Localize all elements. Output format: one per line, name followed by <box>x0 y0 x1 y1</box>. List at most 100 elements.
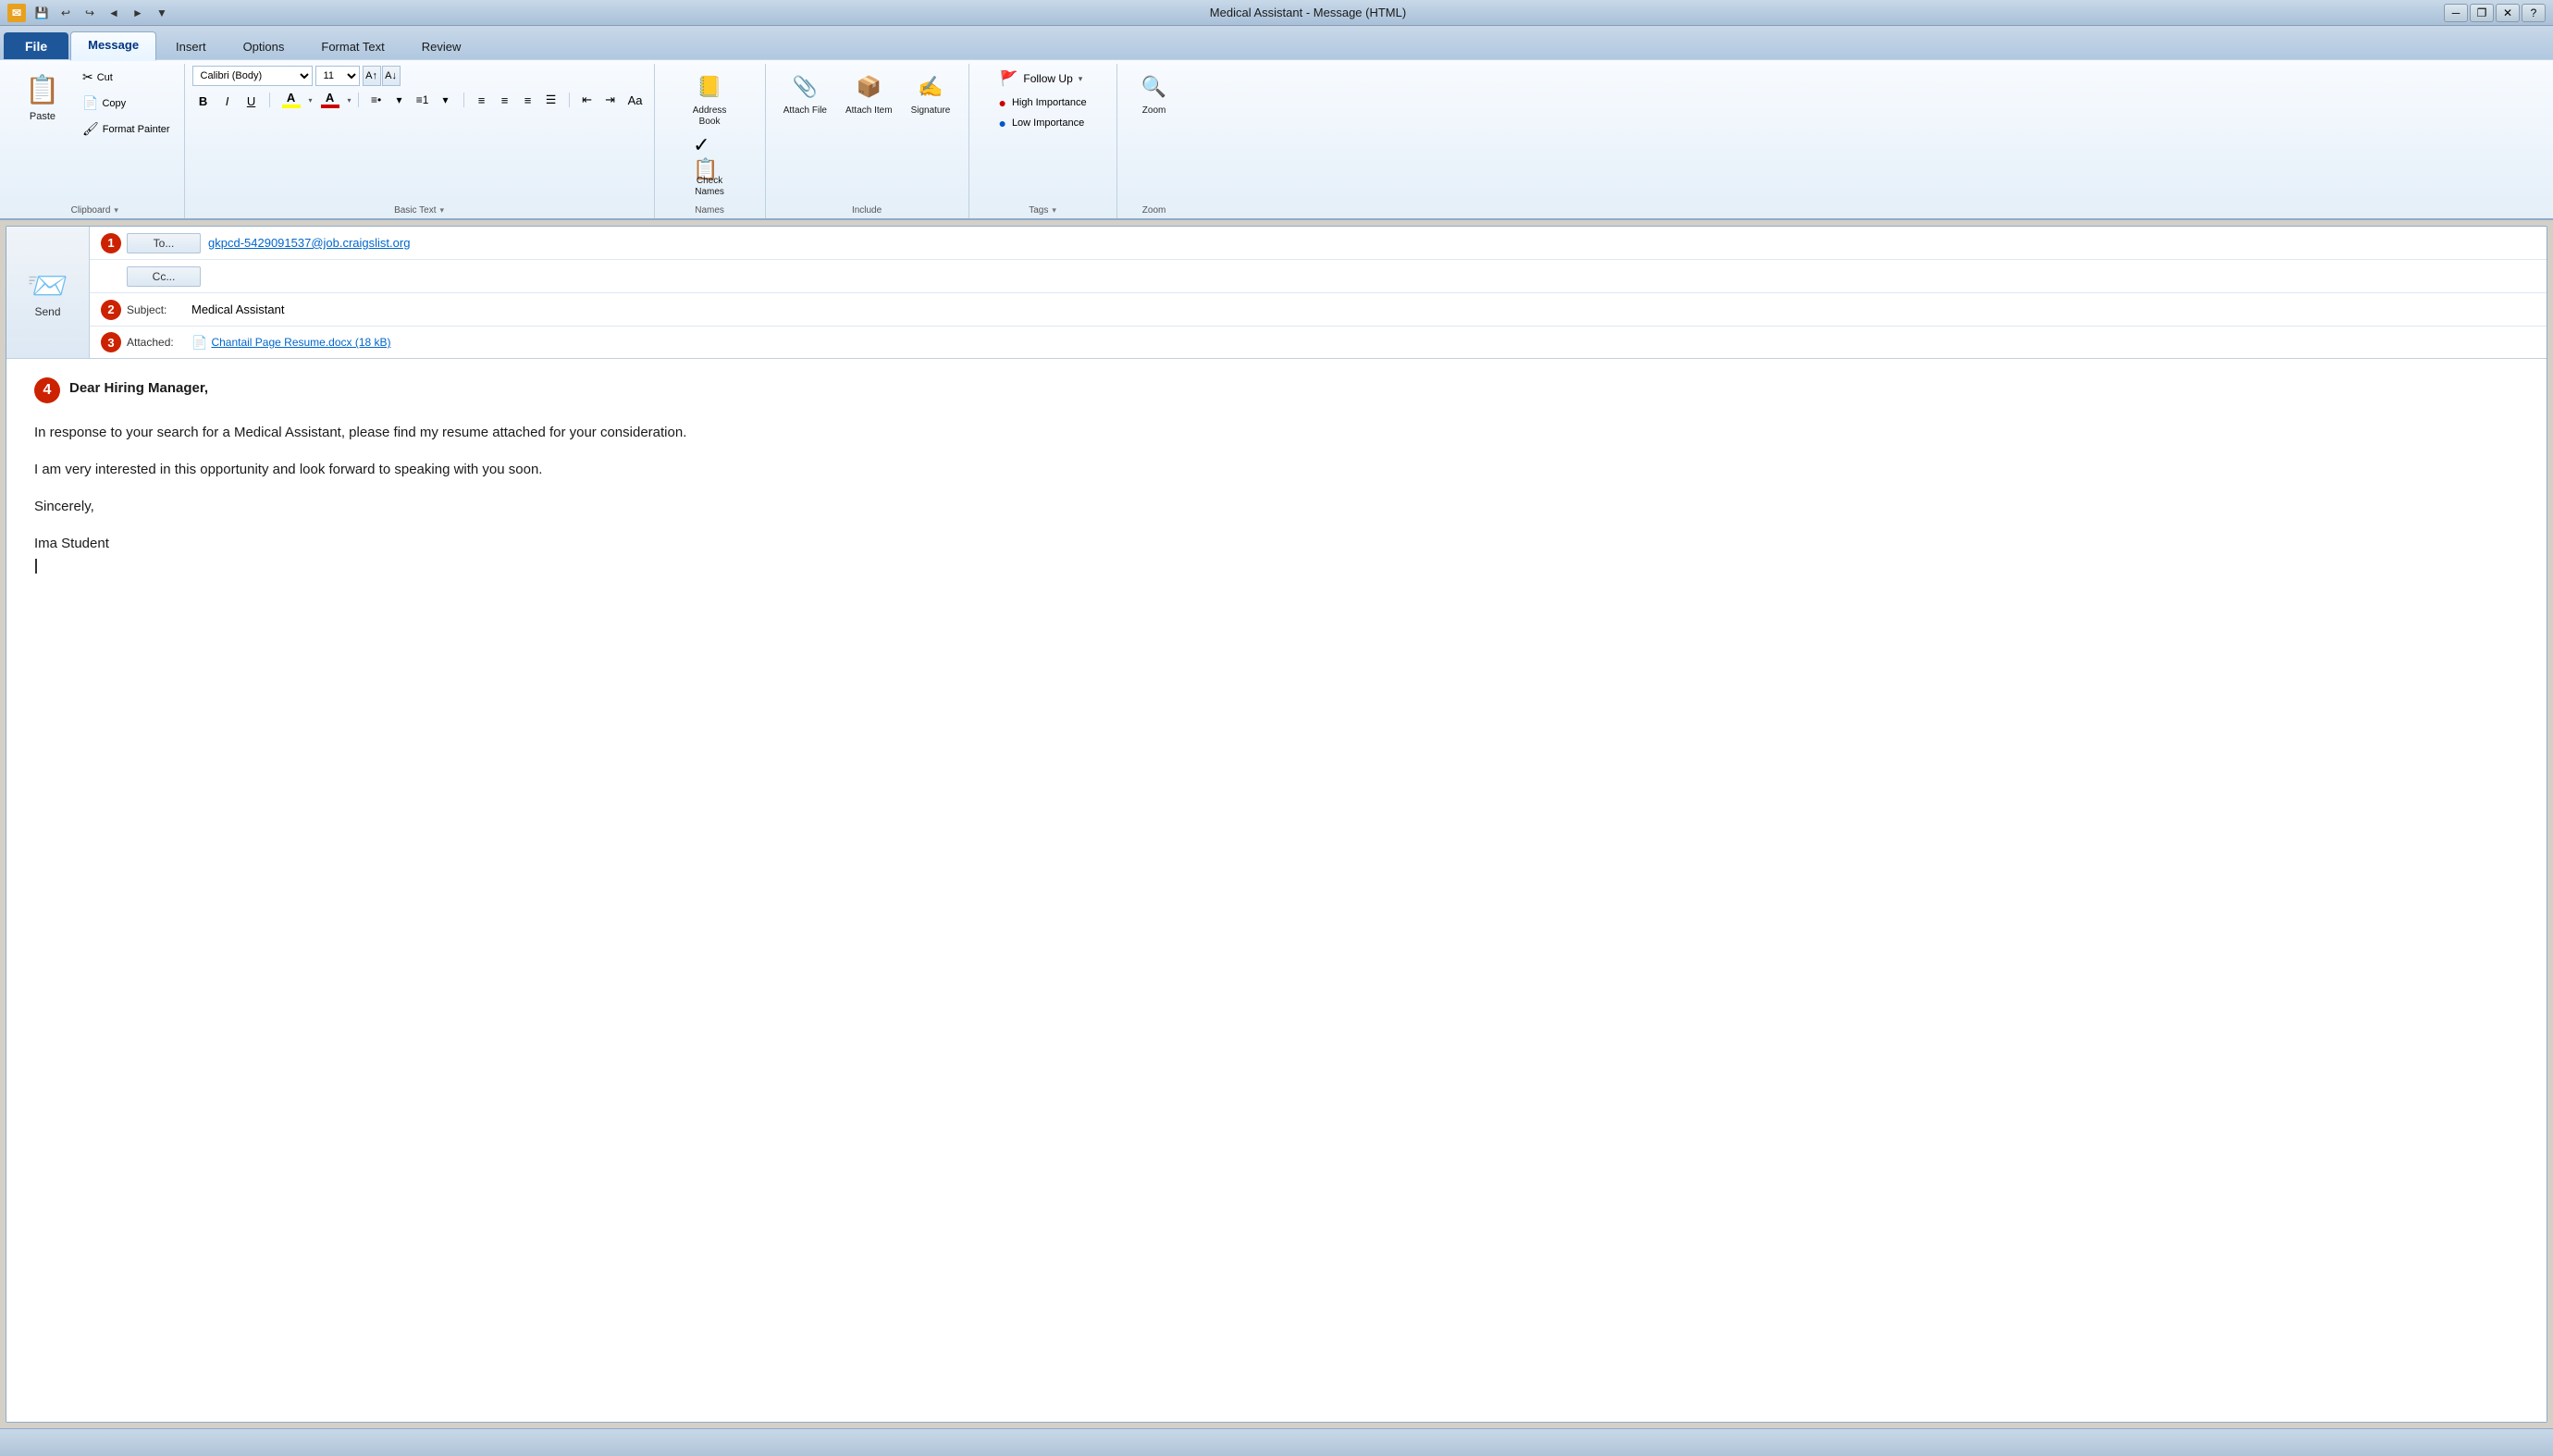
format-sep-2 <box>358 93 359 107</box>
font-format-row: B I U A ▾ A <box>192 89 647 111</box>
follow-up-dropdown[interactable]: ▾ <box>1079 74 1083 84</box>
copy-icon: 📄 <box>82 95 98 111</box>
flag-icon: 🚩 <box>999 69 1018 88</box>
alignment-buttons: ≡ ≡ ≡ ☰ <box>471 90 562 110</box>
tab-format-text[interactable]: Format Text <box>303 33 401 59</box>
font-color-dropdown[interactable]: ▾ <box>348 96 352 105</box>
save-qa-button[interactable]: 💾 <box>31 3 52 23</box>
font-size-select[interactable]: 11 <box>315 66 360 86</box>
address-book-button[interactable]: 📒 Address Book <box>675 66 744 132</box>
title-bar: ✉ 💾 ↩ ↪ ◄ ► ▼ Medical Assistant - Messag… <box>0 0 2553 26</box>
basic-text-content: Calibri (Body) 11 A↑ A↓ B I <box>192 66 647 203</box>
tab-message[interactable]: Message <box>70 31 156 61</box>
attach-item-button[interactable]: 📦 Attach Item <box>839 66 899 121</box>
custom-qa-button[interactable]: ▼ <box>152 3 172 23</box>
highlight-dropdown[interactable]: ▾ <box>309 96 313 105</box>
underline-button[interactable]: U <box>240 91 263 111</box>
cut-label: Cut <box>97 72 113 83</box>
subject-label: Subject: <box>127 303 191 316</box>
restore-button[interactable]: ❐ <box>2470 4 2494 22</box>
high-importance-label: High Importance <box>1012 97 1087 108</box>
bullet-list-dropdown[interactable]: ▾ <box>388 90 411 110</box>
status-bar <box>0 1428 2553 1456</box>
check-names-icon: ✓📋 <box>693 141 726 174</box>
zoom-button[interactable]: 🔍 Zoom <box>1131 66 1178 121</box>
undo-qa-button[interactable]: ↩ <box>56 3 76 23</box>
font-color-button[interactable]: A <box>315 92 345 108</box>
attached-filename[interactable]: Chantail Page Resume.docx (18 kB) <box>211 336 390 349</box>
body-text: In response to your search for a Medical… <box>34 422 2519 577</box>
tab-insert[interactable]: Insert <box>158 33 224 59</box>
highlight-icon: A <box>287 92 295 104</box>
indent-decrease-button[interactable]: ⇤ <box>576 90 598 110</box>
tab-options[interactable]: Options <box>226 33 302 59</box>
greeting-text: Dear Hiring Manager, <box>69 377 208 400</box>
tags-group: 🚩 Follow Up ▾ ● High Importance ● Low Im… <box>969 64 1117 218</box>
align-justify-button[interactable]: ☰ <box>540 90 562 110</box>
help-button[interactable]: ? <box>2522 4 2546 22</box>
font-family-select[interactable]: Calibri (Body) <box>192 66 313 86</box>
indent-increase-button[interactable]: ⇥ <box>599 90 622 110</box>
send-label: Send <box>34 305 60 318</box>
follow-up-button[interactable]: 🚩 Follow Up ▾ <box>991 66 1091 92</box>
align-left-button[interactable]: ≡ <box>471 90 493 110</box>
close-button[interactable]: ✕ <box>2496 4 2520 22</box>
check-names-button[interactable]: ✓📋 Check Names <box>675 136 744 203</box>
basic-text-group: Calibri (Body) 11 A↑ A↓ B I <box>185 64 655 218</box>
redo-qa-button[interactable]: ↪ <box>80 3 100 23</box>
font-shrink-button[interactable]: A↓ <box>382 66 401 86</box>
cc-field: Cc... <box>90 260 2547 293</box>
signature-icon: ✍ <box>914 70 947 104</box>
number-list-dropdown[interactable]: ▾ <box>435 90 457 110</box>
low-importance-button[interactable]: ● Low Importance <box>991 114 1092 132</box>
italic-button[interactable]: I <box>216 91 239 111</box>
font-color-bar <box>321 105 339 108</box>
tags-group-content: 🚩 Follow Up ▾ ● High Importance ● Low Im… <box>991 66 1093 203</box>
to-button[interactable]: To... <box>127 233 201 253</box>
font-grow-button[interactable]: A↑ <box>363 66 381 86</box>
high-importance-button[interactable]: ● High Importance <box>991 93 1093 112</box>
signature-button[interactable]: ✍ Signature <box>905 66 957 121</box>
email-body[interactable]: 4 Dear Hiring Manager, In response to yo… <box>6 359 2547 1422</box>
cc-button[interactable]: Cc... <box>127 266 201 287</box>
send-button[interactable]: 📨 Send <box>6 227 90 358</box>
tab-review[interactable]: Review <box>404 33 479 59</box>
cc-input[interactable] <box>208 269 2535 283</box>
app-icon: ✉ <box>7 4 26 22</box>
format-sep-4 <box>569 93 570 107</box>
include-buttons: 📎 Attach File 📦 Attach Item ✍ Signature <box>777 66 957 121</box>
align-center-button[interactable]: ≡ <box>494 90 516 110</box>
low-importance-label: Low Importance <box>1012 117 1084 129</box>
minimize-button[interactable]: ─ <box>2444 4 2468 22</box>
styles-button[interactable]: Aa <box>624 90 647 110</box>
format-painter-label: Format Painter <box>103 124 170 135</box>
body-paragraph-1: In response to your search for a Medical… <box>34 422 2519 444</box>
scissors-icon: ✂ <box>82 69 93 85</box>
step-3-circle: 3 <box>101 332 121 352</box>
tab-file[interactable]: File <box>4 32 68 59</box>
format-painter-icon: 🖌 <box>82 121 99 137</box>
step-1-circle: 1 <box>101 233 121 253</box>
attach-file-button[interactable]: 📎 Attach File <box>777 66 833 121</box>
number-list-button[interactable]: ≡1 <box>412 90 434 110</box>
format-painter-button[interactable]: 🖌 Format Painter <box>76 117 177 141</box>
subject-input[interactable] <box>191 302 2535 316</box>
bold-button[interactable]: B <box>192 91 215 111</box>
highlight-button[interactable]: A <box>277 92 306 108</box>
back-qa-button[interactable]: ◄ <box>104 3 124 23</box>
basic-text-expand-icon[interactable]: ▾ <box>439 205 444 216</box>
clipboard-expand-icon[interactable]: ▾ <box>114 205 118 216</box>
names-group-content: 📒 Address Book ✓📋 Check Names <box>675 66 744 203</box>
window-controls: ─ ❐ ✕ ? <box>2444 4 2546 22</box>
body-closing: Sincerely, <box>34 496 2519 518</box>
forward-qa-button[interactable]: ► <box>128 3 148 23</box>
clipboard-group-content: 📋 Paste ✂ Cut 📄 Copy 🖌 Format Painter <box>13 66 177 203</box>
check-names-label: Check Names <box>682 176 737 198</box>
font-name-row: Calibri (Body) 11 A↑ A↓ <box>192 66 647 86</box>
bullet-list-button[interactable]: ≡• <box>365 90 388 110</box>
copy-button[interactable]: 📄 Copy <box>76 92 177 115</box>
paste-button[interactable]: 📋 Paste <box>13 66 72 125</box>
align-right-button[interactable]: ≡ <box>517 90 539 110</box>
tags-expand-icon[interactable]: ▾ <box>1052 205 1056 216</box>
cut-button[interactable]: ✂ Cut <box>76 66 177 89</box>
